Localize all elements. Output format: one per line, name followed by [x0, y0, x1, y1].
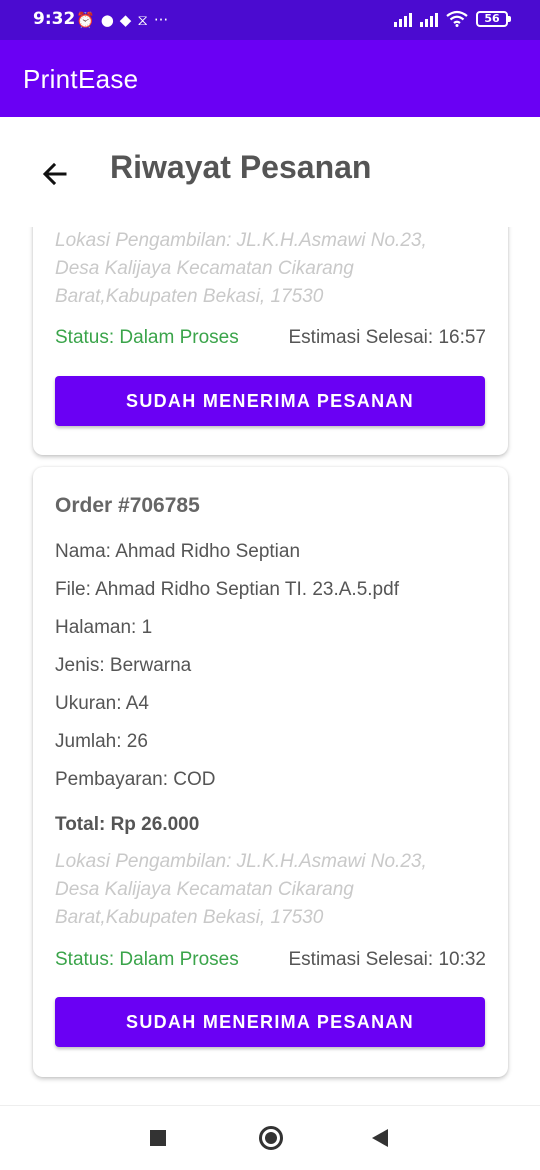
lokasi-text: Lokasi Pengambilan: JL.K.H.Asmawi No.23,…: [55, 230, 427, 307]
status-time: 9:32: [33, 9, 76, 29]
signal-icon: [394, 11, 412, 27]
ukuran-text: Ukuran: A4: [55, 693, 149, 714]
dropbox-icon: ◆: [119, 11, 132, 29]
home-circle-icon[interactable]: [259, 1126, 283, 1150]
back-arrow-icon[interactable]: [38, 157, 72, 191]
jumlah-text: Jumlah: 26: [55, 731, 148, 752]
status-bar: 9:32 ⏰ ● ◆ ⧖ ··· 56: [0, 0, 540, 40]
system-nav-bar: [0, 1105, 540, 1170]
nama-text: Nama: Ahmad Ridho Septian: [55, 541, 301, 562]
page-header: Riwayat Pesanan: [0, 117, 540, 227]
app-title: PrintEase: [23, 64, 139, 94]
order-number: Order #706785: [55, 494, 200, 517]
recents-square-icon[interactable]: [150, 1130, 166, 1146]
back-triangle-icon[interactable]: [372, 1129, 388, 1147]
page-title: Riwayat Pesanan: [110, 149, 372, 185]
confirm-received-button[interactable]: SUDAH MENERIMA PESANAN: [55, 997, 485, 1047]
status-system-icons: 56: [394, 10, 511, 27]
estimasi-text: Estimasi Selesai: 16:57: [288, 327, 487, 348]
status-text: Status: Dalam Proses: [55, 949, 239, 970]
estimasi-text: Estimasi Selesai: 10:32: [288, 949, 487, 970]
confirm-received-button[interactable]: SUDAH MENERIMA PESANAN: [55, 376, 485, 426]
order-card: Order #706785 Nama: Ahmad Ridho Septian …: [33, 467, 508, 1077]
alarm-icon: ⏰: [76, 11, 95, 29]
total-text: Total: Rp 26.000: [55, 814, 200, 835]
battery-icon: 56: [476, 10, 511, 27]
halaman-text: Halaman: 1: [55, 617, 153, 638]
jenis-text: Jenis: Berwarna: [55, 655, 192, 676]
file-text: File: Ahmad Ridho Septian TI. 23.A.5.pdf: [55, 579, 399, 600]
status-notification-icons: ⏰ ● ◆ ⧖ ···: [76, 11, 168, 29]
status-text: Status: Dalam Proses: [55, 327, 239, 348]
order-list[interactable]: Lokasi Pengambilan: JL.K.H.Asmawi No.23,…: [0, 227, 540, 1105]
wifi-icon: [446, 10, 468, 27]
more-icon: ···: [153, 11, 169, 29]
chat-icon: ●: [100, 11, 114, 29]
app-bar: PrintEase: [0, 40, 540, 117]
order-card: Lokasi Pengambilan: JL.K.H.Asmawi No.23,…: [33, 227, 508, 455]
pembayaran-text: Pembayaran: COD: [55, 769, 216, 790]
signal-icon: [420, 11, 438, 27]
sync-icon: ⧖: [137, 11, 148, 29]
lokasi-text: Lokasi Pengambilan: JL.K.H.Asmawi No.23,…: [55, 851, 427, 928]
